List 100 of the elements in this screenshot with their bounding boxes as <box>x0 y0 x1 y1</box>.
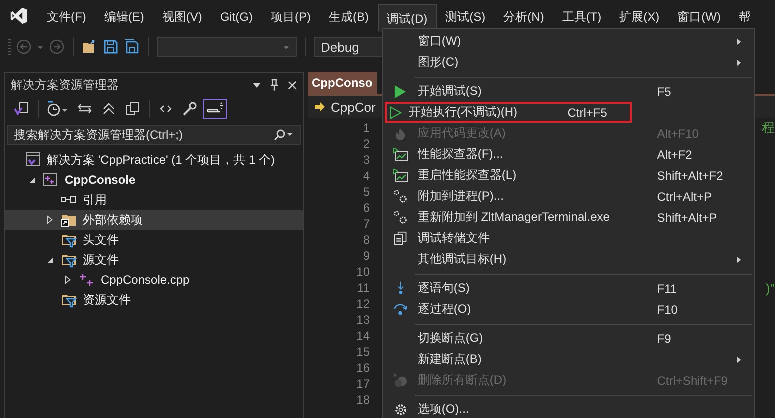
menu-item[interactable]: 选项(O)... <box>385 399 752 418</box>
line-number: 16 <box>356 361 370 375</box>
menu-item[interactable]: 调试转储文件 <box>385 228 752 249</box>
chart-icon <box>392 148 409 162</box>
line-number: 18 <box>356 393 370 407</box>
menu-item[interactable]: Git(G) <box>211 4 262 28</box>
line-number: 6 <box>362 201 370 215</box>
dropdown-field[interactable] <box>157 37 297 57</box>
menu-item[interactable]: 窗口(W) <box>668 4 730 28</box>
line-number: 9 <box>362 249 370 263</box>
menu-item[interactable]: 附加到进程(P)... Ctrl+Alt+P <box>385 186 752 207</box>
menu-item[interactable]: 项目(P) <box>262 4 320 28</box>
line-number: 13 <box>356 313 370 327</box>
step-over-icon <box>393 303 408 316</box>
panel-title: 解决方案资源管理器 <box>11 76 119 94</box>
shortcut-text: F9 <box>657 332 672 346</box>
search-icon <box>274 129 294 141</box>
collapsed-arrow-icon[interactable] <box>65 275 72 285</box>
menu-item[interactable]: 切换断点(G) F9 <box>385 328 752 349</box>
shortcut-text: Ctrl+Alt+P <box>657 190 712 204</box>
save-icon[interactable] <box>103 39 119 55</box>
menu-item[interactable]: 开始调试(S) F5 <box>385 81 752 102</box>
shortcut-text: Alt+F10 <box>657 126 699 140</box>
tree-item[interactable]: 源文件 <box>5 250 303 270</box>
line-number: 3 <box>362 153 370 167</box>
line-number: 10 <box>356 265 370 279</box>
navigation-dropdown[interactable]: CppCor <box>331 100 376 114</box>
collapsed-arrow-icon[interactable] <box>47 215 54 225</box>
shortcut-text: F10 <box>657 302 678 316</box>
tree-item[interactable]: 资源文件 <box>5 290 303 310</box>
tree-item[interactable]: CppConsole <box>5 170 303 190</box>
menu-item[interactable]: 新建断点(B) <box>385 349 752 370</box>
tree-item[interactable]: 外部依赖项 <box>5 210 303 230</box>
code-text: )" <box>766 280 775 296</box>
chart-icon <box>392 168 409 182</box>
caret-icon <box>283 44 290 50</box>
project-icon <box>43 172 59 188</box>
tree-item[interactable]: CppConsole.cpp <box>5 270 303 290</box>
app-logo-icon <box>10 7 28 25</box>
preview-icon[interactable] <box>203 99 227 119</box>
filter-folder-icon <box>61 252 77 268</box>
pin-icon[interactable] <box>270 78 279 92</box>
gears-icon <box>393 189 408 204</box>
shortcut-text: Ctrl+F5 <box>568 106 608 120</box>
solution-icon <box>25 152 41 168</box>
shortcut-text: F11 <box>657 282 678 296</box>
menu-item[interactable]: 扩展(X) <box>610 4 669 28</box>
menu-item[interactable]: 文件(F) <box>38 4 96 28</box>
menu-item[interactable]: 重新附加到 ZltManagerTerminal.exe Shift+Alt+P <box>385 207 752 228</box>
editor-tab[interactable]: CppConso <box>308 72 377 94</box>
line-number: 8 <box>362 233 370 247</box>
folder-icon <box>61 212 77 228</box>
shortcut-text: F5 <box>657 84 672 98</box>
line-number: 1 <box>362 121 370 135</box>
filter-folder-icon <box>61 292 77 308</box>
menu-item[interactable]: 帮 <box>730 4 760 28</box>
line-number: 12 <box>356 297 370 311</box>
search-field[interactable]: 搜索解决方案资源管理器(Ctrl+;) <box>7 125 301 145</box>
expanded-arrow-icon[interactable] <box>47 256 54 264</box>
caret-icon[interactable] <box>253 81 261 89</box>
menu-item[interactable]: 视图(V) <box>153 4 212 28</box>
menu-item[interactable]: 分析(N) <box>494 4 554 28</box>
breakpoints-icon <box>393 373 408 388</box>
arrow-icon <box>314 101 326 113</box>
line-number: 14 <box>356 329 370 343</box>
step-into-icon <box>396 281 406 296</box>
line-number: 5 <box>362 185 370 199</box>
play-icon <box>394 84 408 98</box>
code-text: 程 <box>762 119 775 137</box>
tree-item[interactable]: 解决方案 'CppPractice' (1 个项目，共 1 个) <box>5 150 303 170</box>
gears-icon <box>393 210 408 225</box>
line-number: 11 <box>356 281 370 295</box>
save-all-icon[interactable] <box>124 39 140 55</box>
line-number: 15 <box>356 345 370 359</box>
line-number: 7 <box>362 217 370 231</box>
expanded-arrow-icon[interactable] <box>29 176 36 184</box>
line-number: 4 <box>362 169 370 183</box>
tree-item[interactable]: 引用 <box>5 190 303 210</box>
menu-item[interactable]: 工具(T) <box>553 4 611 28</box>
menu-item[interactable]: 开始执行(不调试)(H) Ctrl+F5 <box>385 102 632 123</box>
menu-item[interactable]: 生成(B) <box>320 4 378 28</box>
menu-item[interactable]: 逐过程(O) F10 <box>385 299 752 320</box>
menu-item[interactable]: 编辑(E) <box>95 4 154 28</box>
shortcut-text: Shift+Alt+P <box>657 210 718 224</box>
menu-item[interactable]: 其他调试目标(H) <box>385 249 752 270</box>
tree-item[interactable]: 头文件 <box>5 230 303 250</box>
flame-icon <box>394 126 408 140</box>
shortcut-text: Shift+Alt+F2 <box>657 168 724 182</box>
line-number: 2 <box>362 137 370 151</box>
menu-item[interactable]: 性能探查器(F)... Alt+F2 <box>385 144 752 165</box>
toolbar-grip[interactable] <box>8 39 11 55</box>
document-icon <box>394 231 408 246</box>
menu-item[interactable]: 重启性能探查器(L) Shift+Alt+F2 <box>385 165 752 186</box>
shortcut-text: Alt+F2 <box>657 148 692 162</box>
menu-item[interactable]: 逐语句(S) F11 <box>385 278 752 299</box>
menu-item[interactable]: 测试(S) <box>436 4 495 28</box>
play-outline-icon <box>390 106 404 120</box>
close-icon[interactable] <box>288 80 297 90</box>
cpp-file-icon <box>79 272 95 288</box>
filter-folder-icon <box>61 232 77 248</box>
